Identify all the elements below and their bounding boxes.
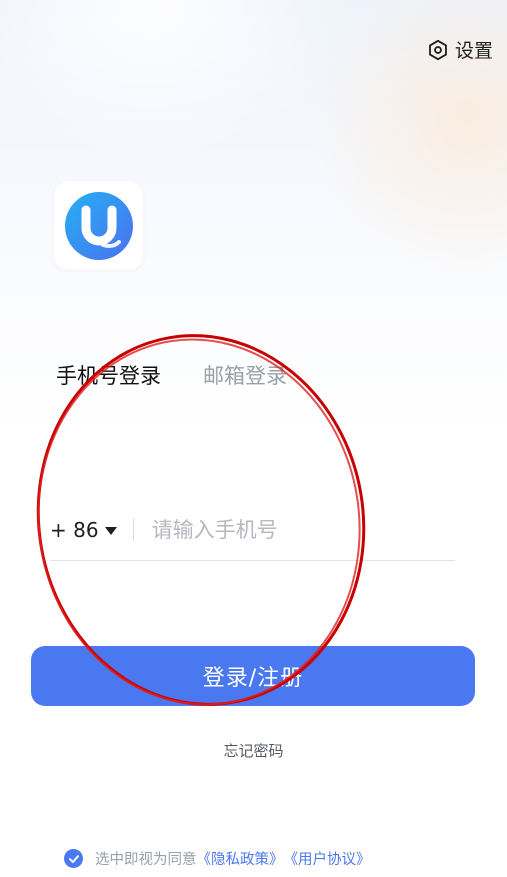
- user-agreement-link[interactable]: 《用户协议》: [284, 848, 371, 869]
- tab-phone-login[interactable]: 手机号登录: [54, 360, 162, 396]
- country-code-label: + 86: [50, 518, 99, 542]
- app-logo: [54, 181, 143, 270]
- caret-down-icon: [104, 527, 117, 535]
- phone-input-row: + 86: [50, 500, 455, 561]
- country-code-selector[interactable]: + 86: [50, 518, 117, 542]
- input-divider: [132, 519, 134, 541]
- agreement-checkbox[interactable]: [64, 849, 83, 868]
- settings-label: 设置: [454, 40, 493, 62]
- agreement-row: 选中即视为同意 《隐私政策》 《用户协议》: [64, 848, 371, 869]
- check-icon: [68, 854, 79, 863]
- privacy-policy-link[interactable]: 《隐私政策》: [197, 848, 284, 869]
- login-register-button[interactable]: 登录/注册: [31, 646, 475, 706]
- tab-email-login-label: 邮箱登录: [203, 364, 287, 388]
- login-tabs: 手机号登录 邮箱登录: [54, 360, 287, 396]
- tab-phone-login-label: 手机号登录: [56, 364, 161, 388]
- forgot-password-link[interactable]: 忘记密码: [0, 740, 507, 761]
- tab-email-login[interactable]: 邮箱登录: [203, 360, 287, 390]
- u-logo-icon: [64, 191, 133, 260]
- settings-icon: [427, 39, 449, 61]
- phone-number-input[interactable]: [149, 517, 414, 543]
- agreement-text: 选中即视为同意: [95, 852, 197, 868]
- background-glow: [0, 0, 360, 160]
- settings-button[interactable]: 设置: [427, 36, 493, 63]
